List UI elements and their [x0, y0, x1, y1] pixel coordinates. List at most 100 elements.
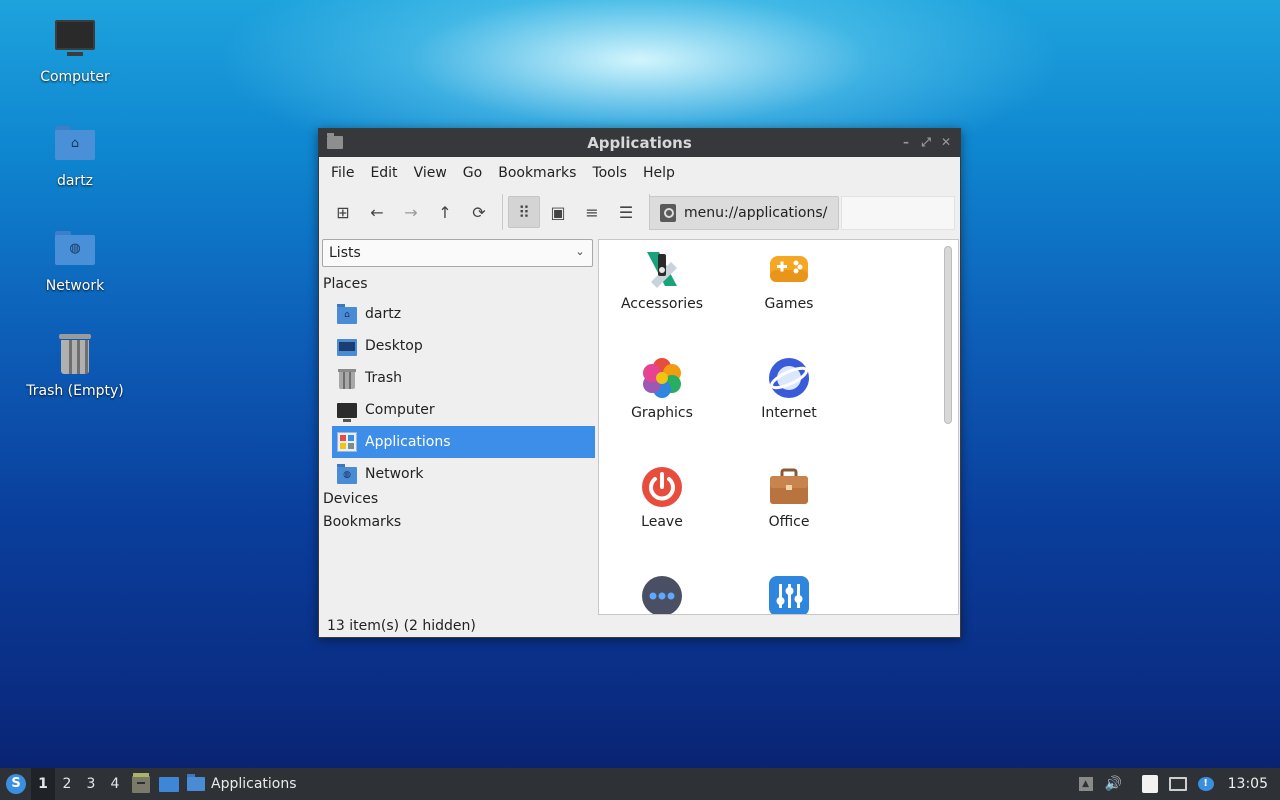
location-input[interactable] — [841, 196, 955, 230]
home-folder-icon: ⌂ — [53, 122, 97, 166]
forward-icon[interactable]: → — [395, 196, 427, 228]
gamepad-icon — [768, 248, 810, 290]
detailed-view-icon[interactable]: ☰ — [610, 196, 642, 228]
scrollbar-thumb[interactable] — [944, 246, 952, 424]
toolbar-separator — [502, 194, 503, 230]
workspace-4[interactable]: 4 — [103, 768, 127, 800]
folder-games[interactable]: Games — [734, 248, 844, 312]
clipboard-icon — [1141, 775, 1158, 793]
home-folder-icon: ⌂ — [337, 303, 357, 324]
bookmarks-heading[interactable]: Bookmarks — [323, 514, 401, 530]
sidebar-item-label: Desktop — [365, 338, 423, 354]
desktop-icon-network[interactable]: ◍ Network — [20, 227, 130, 294]
folder-accessories[interactable]: Accessories — [607, 248, 717, 312]
computer-icon — [53, 18, 97, 62]
desktop-icon-label: dartz — [56, 173, 94, 189]
folder-icon — [187, 774, 205, 791]
sidebar-item-dartz[interactable]: ⌂ dartz — [332, 298, 595, 330]
show-desktop-icon — [159, 776, 179, 792]
accessories-icon — [641, 248, 683, 290]
briefcase-icon — [768, 466, 810, 508]
desktop-icon-label: Computer — [40, 69, 110, 85]
folder-graphics[interactable]: Graphics — [607, 357, 717, 421]
menu-edit[interactable]: Edit — [362, 165, 405, 181]
toolbar: ⊞ ← → ↑ ⟳ ⠿ ▣ ≡ ☰ menu://applications/ — [319, 189, 960, 235]
menu-bookmarks[interactable]: Bookmarks — [490, 165, 584, 181]
clipboard-tray[interactable] — [1138, 768, 1162, 800]
computer-icon — [337, 402, 357, 422]
up-arrow-icon: ▲ — [1078, 777, 1093, 791]
file-manager-icon — [132, 772, 150, 793]
folder-office[interactable]: Office — [734, 466, 844, 530]
thumbnail-view-icon[interactable]: ▣ — [542, 196, 574, 228]
workspace-3[interactable]: 3 — [79, 768, 103, 800]
window-titlebar[interactable]: Applications – ⤢ ✕ — [319, 129, 960, 157]
reload-icon[interactable]: ⟳ — [463, 196, 495, 228]
menu-file[interactable]: File — [323, 165, 362, 181]
menu-help[interactable]: Help — [635, 165, 683, 181]
sidebar-item-applications[interactable]: Applications — [332, 426, 595, 458]
sidebar-item-desktop[interactable]: Desktop — [332, 330, 595, 362]
close-button[interactable]: ✕ — [938, 134, 954, 150]
folder-label: Graphics — [631, 405, 693, 421]
folder-label: Office — [768, 514, 810, 530]
trash-icon — [53, 332, 97, 376]
workspace-1[interactable]: 1 — [31, 768, 55, 800]
clock[interactable]: 13:05 — [1220, 776, 1280, 792]
folder-other[interactable] — [607, 575, 717, 614]
start-menu-button[interactable]: S — [1, 769, 31, 799]
desktop-icon-label: Trash (Empty) — [26, 383, 124, 399]
trash-icon — [338, 368, 356, 389]
network-folder-icon: ◍ — [53, 227, 97, 271]
workspace-2[interactable]: 2 — [55, 768, 79, 800]
launcher-show-desktop[interactable] — [157, 768, 181, 800]
devices-heading[interactable]: Devices — [323, 491, 378, 507]
location-icon — [660, 204, 676, 222]
desktop-icon-label: Network — [45, 278, 105, 294]
menu-tools[interactable]: Tools — [584, 165, 635, 181]
tray-expand[interactable]: ▲ — [1074, 768, 1098, 800]
sidebar-view-select[interactable]: Lists ⌄ — [322, 239, 593, 267]
location-bar[interactable]: menu://applications/ — [649, 196, 839, 230]
sidebar-item-trash[interactable]: Trash — [332, 362, 595, 394]
taskbar: S 1 2 3 4 Applications ▲ 🔊 ! 13:05 — [0, 768, 1280, 800]
launcher-file-manager[interactable] — [129, 768, 153, 800]
volume-icon[interactable]: 🔊 — [1102, 768, 1126, 800]
desktop-icon-computer[interactable]: Computer — [20, 18, 130, 85]
compact-view-icon[interactable]: ≡ — [576, 196, 608, 228]
system-tray: ▲ 🔊 ! 13:05 — [1072, 768, 1280, 800]
desktop-icon-home[interactable]: ⌂ dartz — [20, 122, 130, 189]
menu-view[interactable]: View — [406, 165, 455, 181]
folder-leave[interactable]: Leave — [607, 466, 717, 530]
minimize-button[interactable]: – — [898, 134, 914, 150]
file-manager-window: Applications – ⤢ ✕ File Edit View Go Boo… — [318, 128, 961, 638]
folder-internet[interactable]: Internet — [734, 357, 844, 421]
folder-label: Accessories — [620, 296, 704, 312]
location-path: menu://applications/ — [684, 205, 828, 221]
updates-tray[interactable]: ! — [1194, 768, 1218, 800]
task-applications[interactable]: Applications — [183, 768, 305, 800]
start-logo-icon: S — [6, 774, 26, 794]
up-icon[interactable]: ↑ — [429, 196, 461, 228]
applications-icon — [337, 432, 357, 452]
more-dots-icon — [641, 575, 683, 614]
folder-label: Leave — [641, 514, 683, 530]
file-view[interactable]: Accessories Games Graphics Internet Leav… — [598, 239, 959, 615]
icon-view-icon[interactable]: ⠿ — [508, 196, 540, 228]
sidebar-item-label: Applications — [365, 434, 451, 450]
folder-settings[interactable] — [734, 575, 844, 614]
desktop-icon-trash[interactable]: Trash (Empty) — [20, 332, 130, 399]
maximize-button[interactable]: ⤢ — [918, 134, 934, 150]
sidebar-item-computer[interactable]: Computer — [332, 394, 595, 426]
network-tray[interactable] — [1166, 768, 1190, 800]
chevron-down-icon: ⌄ — [575, 245, 585, 258]
menu-go[interactable]: Go — [455, 165, 490, 181]
update-notification-icon: ! — [1197, 777, 1214, 791]
settings-sliders-icon — [768, 575, 810, 614]
network-folder-icon: ◍ — [337, 463, 357, 484]
internet-globe-icon — [768, 357, 810, 399]
back-icon[interactable]: ← — [361, 196, 393, 228]
sidebar-item-network[interactable]: ◍ Network — [332, 458, 595, 490]
places-heading[interactable]: Places — [323, 276, 368, 292]
new-tab-icon[interactable]: ⊞ — [327, 196, 359, 228]
